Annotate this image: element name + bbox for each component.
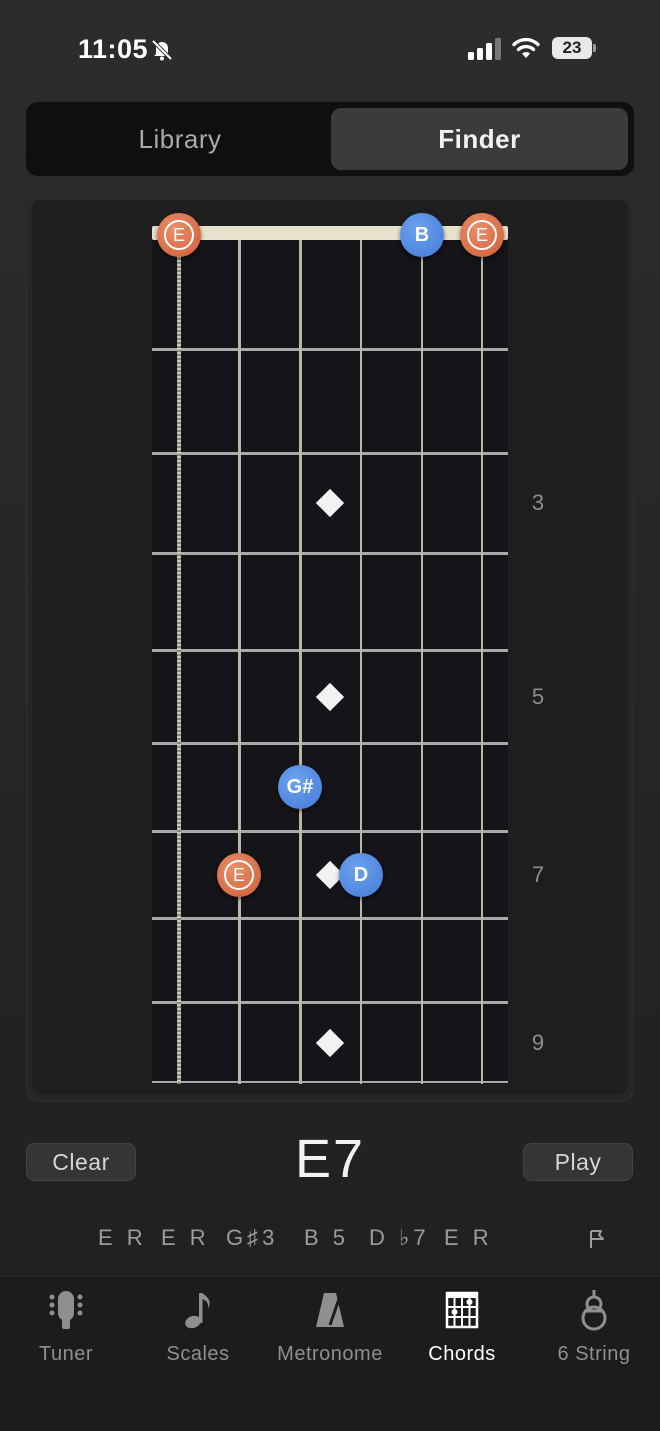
tab-label: 6 String <box>557 1343 631 1365</box>
play-button[interactable]: Play <box>523 1143 633 1181</box>
nut <box>152 226 508 240</box>
clear-button[interactable]: Clear <box>26 1143 136 1181</box>
tab-scales[interactable]: Scales <box>132 1277 264 1377</box>
interval-label: E R <box>161 1225 210 1250</box>
fret-wire <box>152 649 508 652</box>
fret-wire <box>152 452 508 455</box>
tab-metronome[interactable]: Metronome <box>264 1277 396 1377</box>
tuner-icon <box>49 1291 83 1329</box>
note-marker[interactable]: B <box>400 213 444 257</box>
segment-finder[interactable]: Finder <box>331 108 628 170</box>
tab-label: Tuner <box>38 1343 93 1365</box>
root-note-marker[interactable]: E <box>460 213 504 257</box>
status-bar: 11:05 23 <box>0 0 660 96</box>
fret-wire <box>152 348 508 351</box>
interval-label: E R <box>98 1225 147 1250</box>
fret-wire <box>152 552 508 555</box>
fret-wire <box>152 1001 508 1004</box>
tab-label: Chords <box>428 1343 496 1365</box>
wifi-icon <box>512 37 540 58</box>
fret-number: 5 <box>531 683 545 709</box>
interval-label: E R <box>444 1225 493 1250</box>
fret-wire <box>152 917 508 920</box>
battery-percent: 23 <box>562 38 582 57</box>
tab-tuner[interactable]: Tuner <box>0 1277 132 1377</box>
battery-indicator: 23 <box>552 37 596 59</box>
interval-label: G♯3 <box>226 1225 279 1250</box>
music-note-icon <box>185 1293 210 1329</box>
guitar-string <box>177 240 181 1084</box>
interval-label: D ♭7 <box>369 1225 430 1250</box>
tab-chords[interactable]: Chords <box>396 1277 528 1377</box>
mode-segmented-control: Library Finder <box>26 102 634 176</box>
cellular-signal-icon <box>468 38 501 60</box>
guitar-string <box>421 240 423 1084</box>
note-label: E <box>467 220 497 250</box>
fret-wire <box>152 830 508 833</box>
chord-name: E7 <box>294 1129 366 1189</box>
guitar-string <box>481 240 483 1084</box>
guitar-string <box>359 240 363 1084</box>
status-time: 11:05 <box>78 34 149 64</box>
guitar-string <box>237 240 241 1084</box>
fret-wire <box>152 742 508 745</box>
root-note-marker[interactable]: E <box>217 852 261 897</box>
tab-6-string[interactable]: 6 String <box>528 1277 660 1377</box>
interval-label: B 5 <box>304 1225 350 1250</box>
note-label: E <box>224 859 254 890</box>
fret-wire <box>152 1081 508 1083</box>
bell-muted-icon <box>151 39 173 61</box>
note-label: E <box>164 220 194 250</box>
flag-icon[interactable] <box>587 1228 607 1250</box>
fretboard[interactable] <box>152 228 508 1084</box>
note-marker[interactable]: G# <box>278 765 322 809</box>
metronome-icon <box>316 1293 344 1327</box>
guitar-icon <box>581 1290 607 1331</box>
fret-number: 9 <box>531 1030 545 1055</box>
tab-label: Scales <box>166 1343 230 1365</box>
fret-number: 3 <box>531 490 545 515</box>
guitar-string <box>298 240 302 1084</box>
tab-label: Metronome <box>277 1343 383 1365</box>
segment-library[interactable]: Library <box>32 108 328 170</box>
note-marker[interactable]: D <box>339 852 383 897</box>
root-note-marker[interactable]: E <box>157 213 201 257</box>
tab-bar: Tuner Scales Metronome Chords 6 String <box>0 1276 660 1431</box>
fret-number: 7 <box>531 861 545 887</box>
chord-grid-icon <box>445 1291 479 1329</box>
